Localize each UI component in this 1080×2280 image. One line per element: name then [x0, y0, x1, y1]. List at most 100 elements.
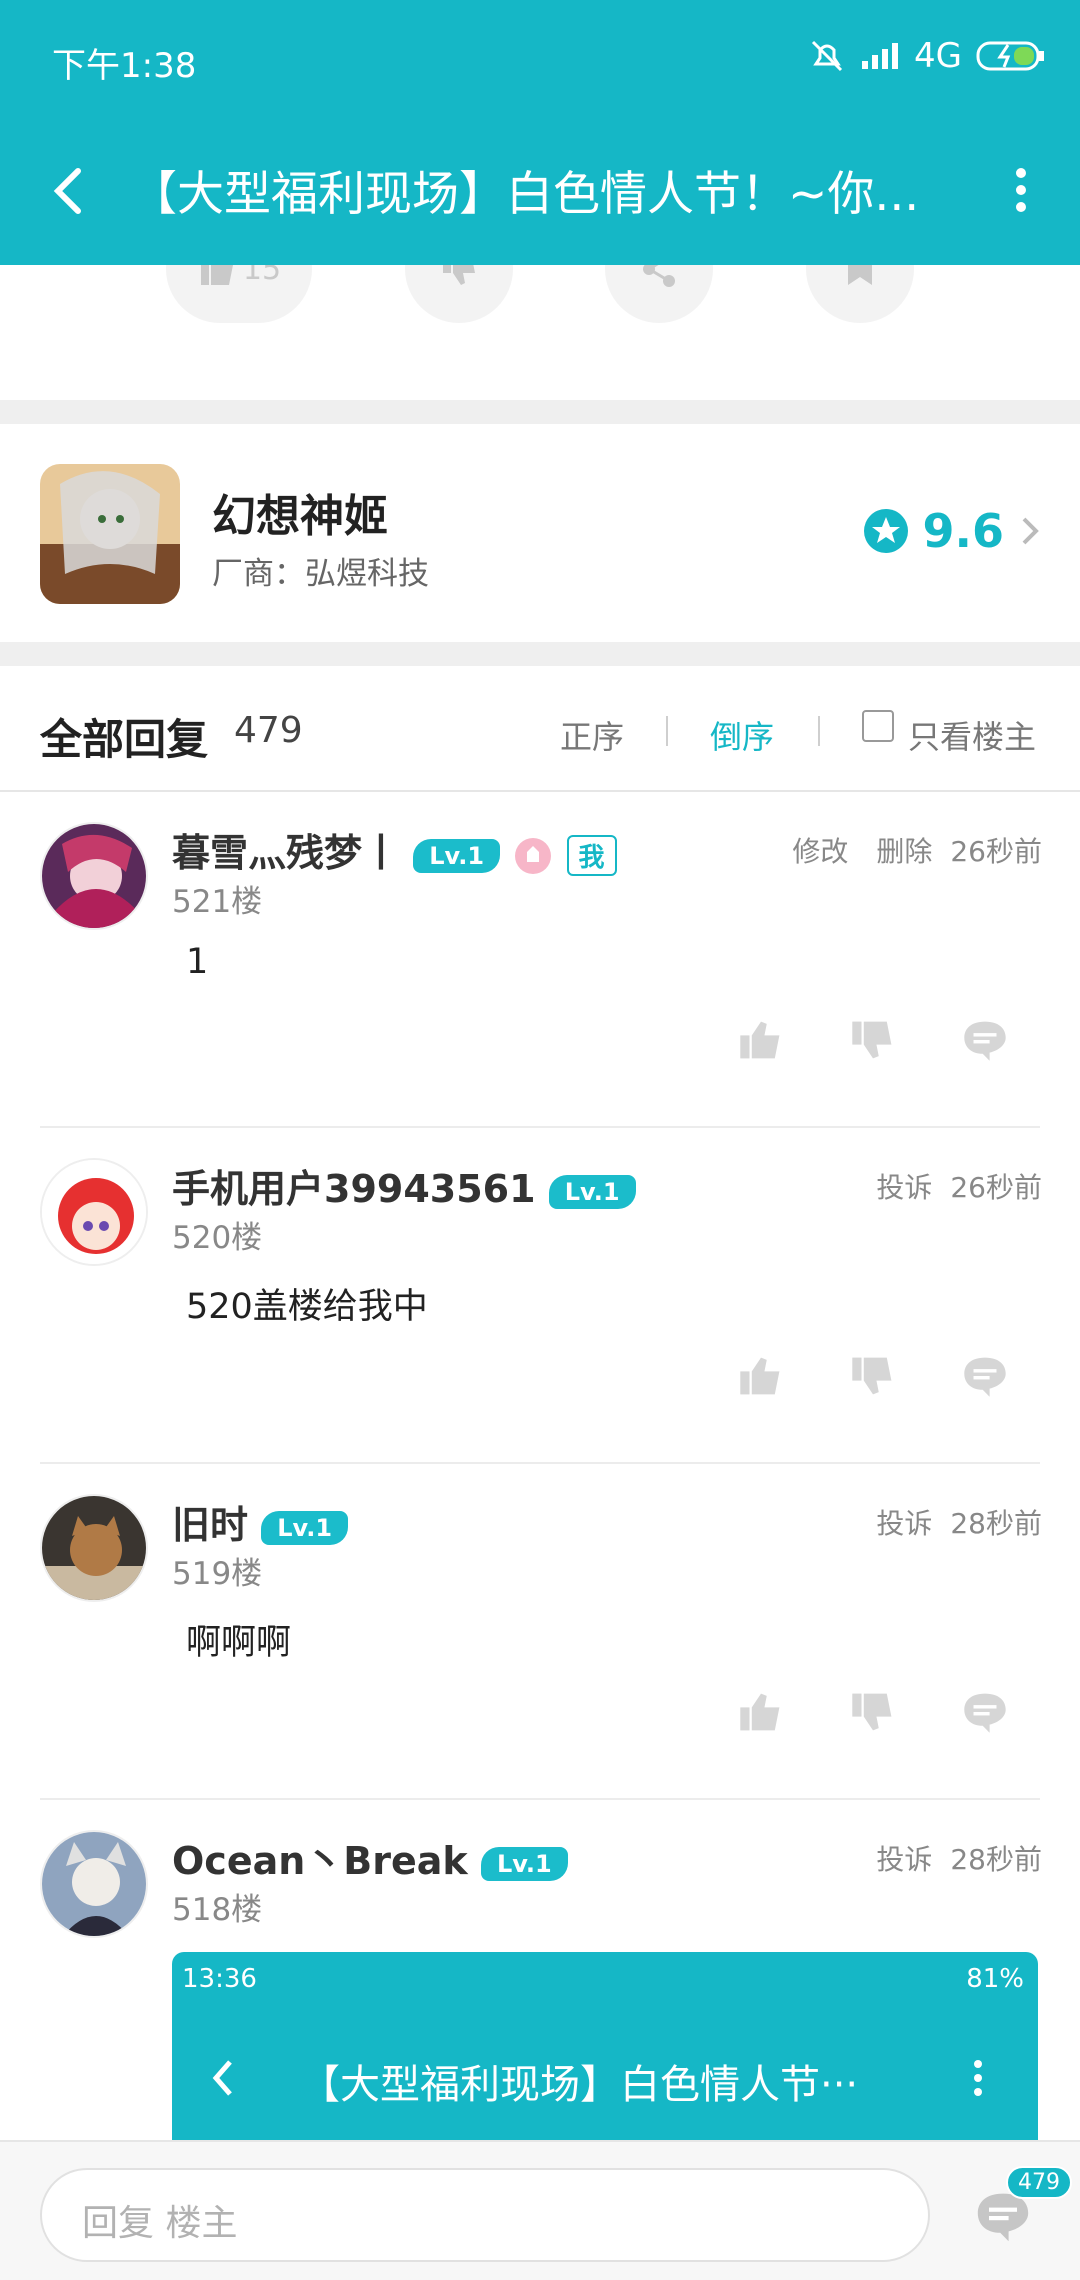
- sort-separator: [818, 716, 820, 746]
- share-icon: [643, 265, 675, 287]
- bottom-reply-bar: 回复 楼主 479: [0, 2140, 1080, 2280]
- thumb-down-icon: [443, 265, 475, 285]
- dislike-button[interactable]: [850, 1689, 896, 1735]
- embedded-title: 【大型福利现场】白色情人节···: [300, 2062, 859, 2108]
- chevron-right-icon: [1022, 517, 1039, 545]
- reply-time: 26秒前: [950, 835, 1042, 868]
- floor-number: 521楼: [172, 884, 263, 920]
- mute-icon: [811, 40, 843, 72]
- share-post-button[interactable]: [605, 265, 713, 323]
- comment-count-badge: 479: [1006, 2166, 1072, 2199]
- reply-username[interactable]: 手机用户39943561: [172, 1167, 536, 1211]
- sort-asc-button[interactable]: 正序: [560, 712, 624, 758]
- game-score: 9.6: [922, 504, 1005, 558]
- reply-username[interactable]: 旧时: [172, 1503, 248, 1547]
- report-button[interactable]: 投诉: [876, 1502, 932, 1542]
- like-button[interactable]: [738, 1017, 784, 1063]
- dislike-button[interactable]: [850, 1353, 896, 1399]
- comment-icon: [964, 1357, 1006, 1397]
- game-icon: [40, 464, 180, 604]
- game-card[interactable]: 幻想神姬 厂商：弘煜科技 9.6: [0, 424, 1080, 642]
- section-divider: [0, 400, 1080, 424]
- reply-username[interactable]: Ocean丶Break: [172, 1839, 468, 1883]
- reply-content: 啊啊啊: [186, 1623, 292, 1663]
- bookmark-icon: [848, 265, 872, 285]
- replies-count: 479: [234, 710, 303, 751]
- reply-meta: 投诉 28秒前: [876, 1502, 1042, 1542]
- game-vendor: 厂商：弘煜科技: [212, 556, 429, 592]
- sort-separator: [666, 716, 668, 746]
- reply-meta: 投诉 28秒前: [876, 1838, 1042, 1878]
- reply-user-row: Ocean丶Break Lv.1: [172, 1830, 568, 1885]
- more-vert-icon[interactable]: [996, 155, 1046, 225]
- report-button[interactable]: 投诉: [876, 1166, 932, 1206]
- comment-button[interactable]: [962, 1017, 1008, 1063]
- thumb-up-icon: [740, 1693, 780, 1731]
- reply-actions: [738, 1017, 1008, 1063]
- game-artwork-image: [40, 464, 180, 604]
- thumb-up-icon: [740, 1021, 780, 1059]
- page-title: 【大型福利现场】白色情人节！~你...: [130, 167, 920, 222]
- app-bar: 【大型福利现场】白色情人节！~你...: [0, 115, 1080, 265]
- replies-label: 全部回复: [40, 715, 209, 764]
- replies-header: 全部回复 479 正序 倒序 只看楼主: [0, 666, 1080, 792]
- reply-actions: [738, 1353, 1008, 1399]
- more-vert-icon: [974, 2060, 982, 2096]
- star-icon: [863, 509, 908, 553]
- post-action-strip: 15: [0, 265, 1080, 400]
- comment-icon: [964, 1021, 1006, 1061]
- bookmark-post-button[interactable]: [806, 265, 914, 323]
- reply-username[interactable]: 暮雪灬残梦丨: [172, 831, 400, 875]
- delete-button[interactable]: 删除: [876, 830, 932, 870]
- reply-user-row: 手机用户39943561 Lv.1: [172, 1158, 636, 1213]
- reply-actions: [738, 1689, 1008, 1735]
- battery-charging-icon: [976, 41, 1044, 71]
- reply-user-row: 暮雪灬残梦丨 Lv.1 我: [172, 822, 617, 877]
- medal-icon: [515, 837, 552, 874]
- reply-content: 1: [186, 942, 209, 982]
- comment-button[interactable]: [962, 1353, 1008, 1399]
- game-rating[interactable]: 9.6: [863, 504, 1043, 558]
- signal-icon: [862, 43, 899, 69]
- like-button[interactable]: [738, 1689, 784, 1735]
- thumb-up-icon: [740, 1357, 780, 1395]
- comment-icon: [964, 1693, 1006, 1733]
- floor-number: 519楼: [172, 1556, 263, 1592]
- status-bar: 下午1:38 4G: [0, 0, 1080, 115]
- embedded-time: 13:36: [182, 1964, 257, 1994]
- only-author-checkbox[interactable]: [862, 710, 894, 742]
- dislike-post-button[interactable]: [405, 265, 513, 323]
- report-button[interactable]: 投诉: [876, 1838, 932, 1878]
- avatar[interactable]: [40, 1830, 148, 1938]
- reply-time: 28秒前: [950, 1843, 1042, 1876]
- floor-number: 518楼: [172, 1892, 263, 1928]
- reply-input[interactable]: 回复 楼主: [40, 2168, 930, 2262]
- edit-button[interactable]: 修改: [792, 830, 848, 870]
- level-badge: Lv.1: [548, 1174, 636, 1209]
- back-arrow-icon[interactable]: [40, 155, 100, 225]
- dislike-button[interactable]: [850, 1017, 896, 1063]
- network-type: 4G: [914, 36, 962, 76]
- level-badge: Lv.1: [480, 1846, 568, 1881]
- reply-meta: 修改 删除 26秒前: [792, 830, 1042, 870]
- thumb-down-icon: [852, 1021, 892, 1059]
- thumb-down-icon: [852, 1357, 892, 1395]
- level-badge: Lv.1: [413, 838, 501, 873]
- only-author-label[interactable]: 只看楼主: [908, 712, 1036, 758]
- me-badge: 我: [566, 835, 617, 876]
- reply-user-row: 旧时 Lv.1: [172, 1494, 349, 1549]
- reply-item: 手机用户39943561 Lv.1 520楼 投诉 26秒前 520盖楼给我中: [0, 1128, 1080, 1464]
- floor-number: 520楼: [172, 1220, 263, 1256]
- comment-button[interactable]: [962, 1689, 1008, 1735]
- game-name: 幻想神姬: [212, 491, 388, 542]
- reply-time: 26秒前: [950, 1171, 1042, 1204]
- avatar[interactable]: [40, 1158, 148, 1266]
- reply-image[interactable]: 13:36 81% 【大型福利现场】白色情人节···: [172, 1952, 1038, 2142]
- status-icons: 4G: [808, 36, 1046, 76]
- like-button[interactable]: [738, 1353, 784, 1399]
- like-post-button[interactable]: 15: [166, 265, 312, 323]
- avatar[interactable]: [40, 1494, 148, 1602]
- avatar[interactable]: [40, 822, 148, 930]
- reply-content: 520盖楼给我中: [186, 1287, 428, 1327]
- sort-desc-button[interactable]: 倒序: [710, 712, 774, 758]
